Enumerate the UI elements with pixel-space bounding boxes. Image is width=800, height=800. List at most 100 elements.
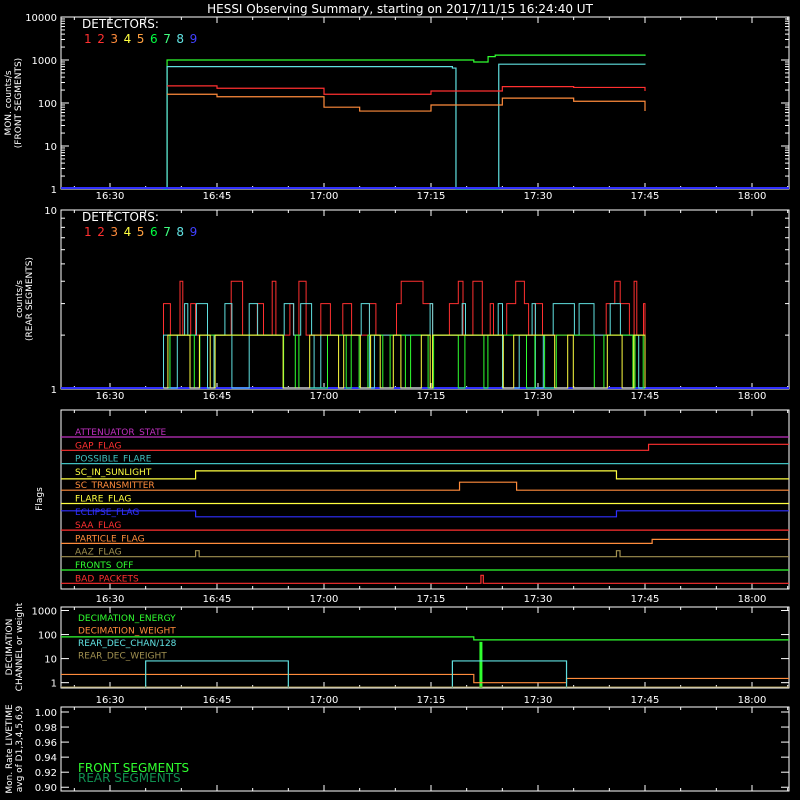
y-tick-label: 0.92 [35,768,57,779]
decimation-weight-trace [61,673,789,684]
x-tick-label: 17:15 [417,695,446,706]
detector-number-5: 5 [137,225,145,239]
detector-number-7: 7 [163,32,171,46]
x-tick-label: 16:45 [203,191,232,202]
detector-number-6: 6 [150,32,158,46]
x-tick-label: 18:00 [738,695,767,706]
flag-trace [61,481,789,491]
x-tick-label: 17:00 [310,391,339,402]
x-tick-label: 17:30 [524,695,553,706]
flag-trace [61,538,789,544]
chart-title: HESSI Observing Summary, starting on 201… [207,2,593,16]
y-tick-label: 1000 [32,56,57,67]
x-tick-label: 17:00 [310,191,339,202]
y-tick-label: 1 [51,385,57,396]
rear-series-1 [163,303,645,389]
y-tick-label: 100 [38,631,57,642]
y-tick-label: 1 [51,679,57,690]
y-tick-label: 10000 [25,13,57,24]
y-tick-label: 0.98 [35,723,57,734]
flag-trace [61,470,789,480]
x-tick-label: 17:00 [310,695,339,706]
flag-label: SC_IN_SUNLIGHT [75,468,152,478]
decimation-legend-item: REAR_DEC_CHAN/128 [78,639,177,649]
y-tick-label: 0.96 [35,738,57,749]
detector-number-4: 4 [124,225,132,239]
rear-detectors-label: DETECTORS: [82,210,159,224]
front-detector-numbers: 123456789 [84,32,197,46]
detector-number-6: 6 [150,225,158,239]
flag-trace [61,550,789,558]
x-tick-label: 17:15 [417,391,446,402]
x-tick-label: 17:15 [417,191,446,202]
flag-label: ECLIPSE_FLAG [75,508,139,518]
y-tick-label: 1.00 [35,708,57,719]
decimation-legend-item: DECIMATION_ENERGY [78,614,176,624]
y-tick-label: 100 [38,99,57,110]
x-tick-label: 16:45 [203,391,232,402]
y-tick-label: 10 [44,655,57,666]
rear-series-3 [163,334,646,389]
detector-number-3: 3 [110,32,118,46]
livetime-ylabel-1: Mon. Rate LIVETIME [5,704,15,794]
x-tick-label: 16:30 [96,191,125,202]
flag-trace [61,510,789,518]
x-tick-label: 16:45 [203,695,232,706]
x-tick-label: 18:00 [738,594,767,605]
x-tick-label: 16:30 [96,391,125,402]
x-tick-label: 17:30 [524,594,553,605]
detector-number-3: 3 [110,225,118,239]
livetime-ylabel-2: avg of D1,3,4,5,6,9 [15,705,25,792]
front-ylabel-1: MON. counts/s [4,70,14,135]
livetime-legend-rear: REAR SEGMENTS [78,771,181,785]
x-tick-label: 16:30 [96,594,125,605]
detector-number-1: 1 [84,225,92,239]
decimation-legend-item: REAR_DEC_WEIGHT [78,652,167,662]
detector-number-9: 9 [190,225,198,239]
front-series-detector-6 [163,54,646,190]
detector-number-9: 9 [190,32,198,46]
x-tick-label: 18:00 [738,191,767,202]
detector-number-7: 7 [163,225,171,239]
detector-number-2: 2 [97,225,105,239]
detector-number-8: 8 [176,32,184,46]
x-tick-label: 17:30 [524,191,553,202]
flag-trace [61,443,789,451]
front-series-detector-8 [163,63,646,190]
rear-series-2 [163,334,645,389]
y-tick-label: 0.90 [35,783,57,794]
front-series-detector-1 [167,85,646,95]
rear-ylabel-2: (REAR SEGMENTS) [25,257,35,341]
decimation-ylabel-2: CHANNEL or weight [15,602,25,691]
y-tick-label: 0.94 [35,753,57,764]
flags-ylabel: Flags [35,487,45,511]
x-tick-label: 16:30 [96,695,125,706]
decimation-ylabel-1: DECIMATION [5,619,15,676]
detector-number-4: 4 [124,32,132,46]
x-tick-label: 17:45 [631,191,660,202]
x-tick-label: 17:15 [417,594,446,605]
x-tick-label: 17:45 [631,594,660,605]
x-tick-label: 17:45 [631,391,660,402]
front-ylabel-2: (FRONT SEGMENTS) [14,58,24,148]
y-tick-label: 10 [44,206,57,217]
y-tick-label: 1000 [32,607,57,618]
x-tick-label: 17:00 [310,594,339,605]
detector-number-5: 5 [137,32,145,46]
x-tick-label: 16:45 [203,594,232,605]
front-series-detector-3 [167,93,646,112]
y-tick-label: 1 [51,185,57,196]
detector-number-8: 8 [176,225,184,239]
y-tick-label: 10 [44,142,57,153]
x-tick-label: 17:30 [524,391,553,402]
detector-number-1: 1 [84,32,92,46]
decimation-legend-item: DECIMATION_WEIGHT [78,627,176,637]
rear-ylabel-1: counts/s [15,280,25,318]
observing-summary-plot: HESSI Observing Summary, starting on 201… [4,2,790,794]
detector-number-2: 2 [97,32,105,46]
rear-detector-numbers: 123456789 [84,225,197,239]
x-tick-label: 18:00 [738,391,767,402]
x-tick-label: 17:45 [631,695,660,706]
front-detectors-label: DETECTORS: [82,17,159,31]
flag-trace [61,574,789,584]
